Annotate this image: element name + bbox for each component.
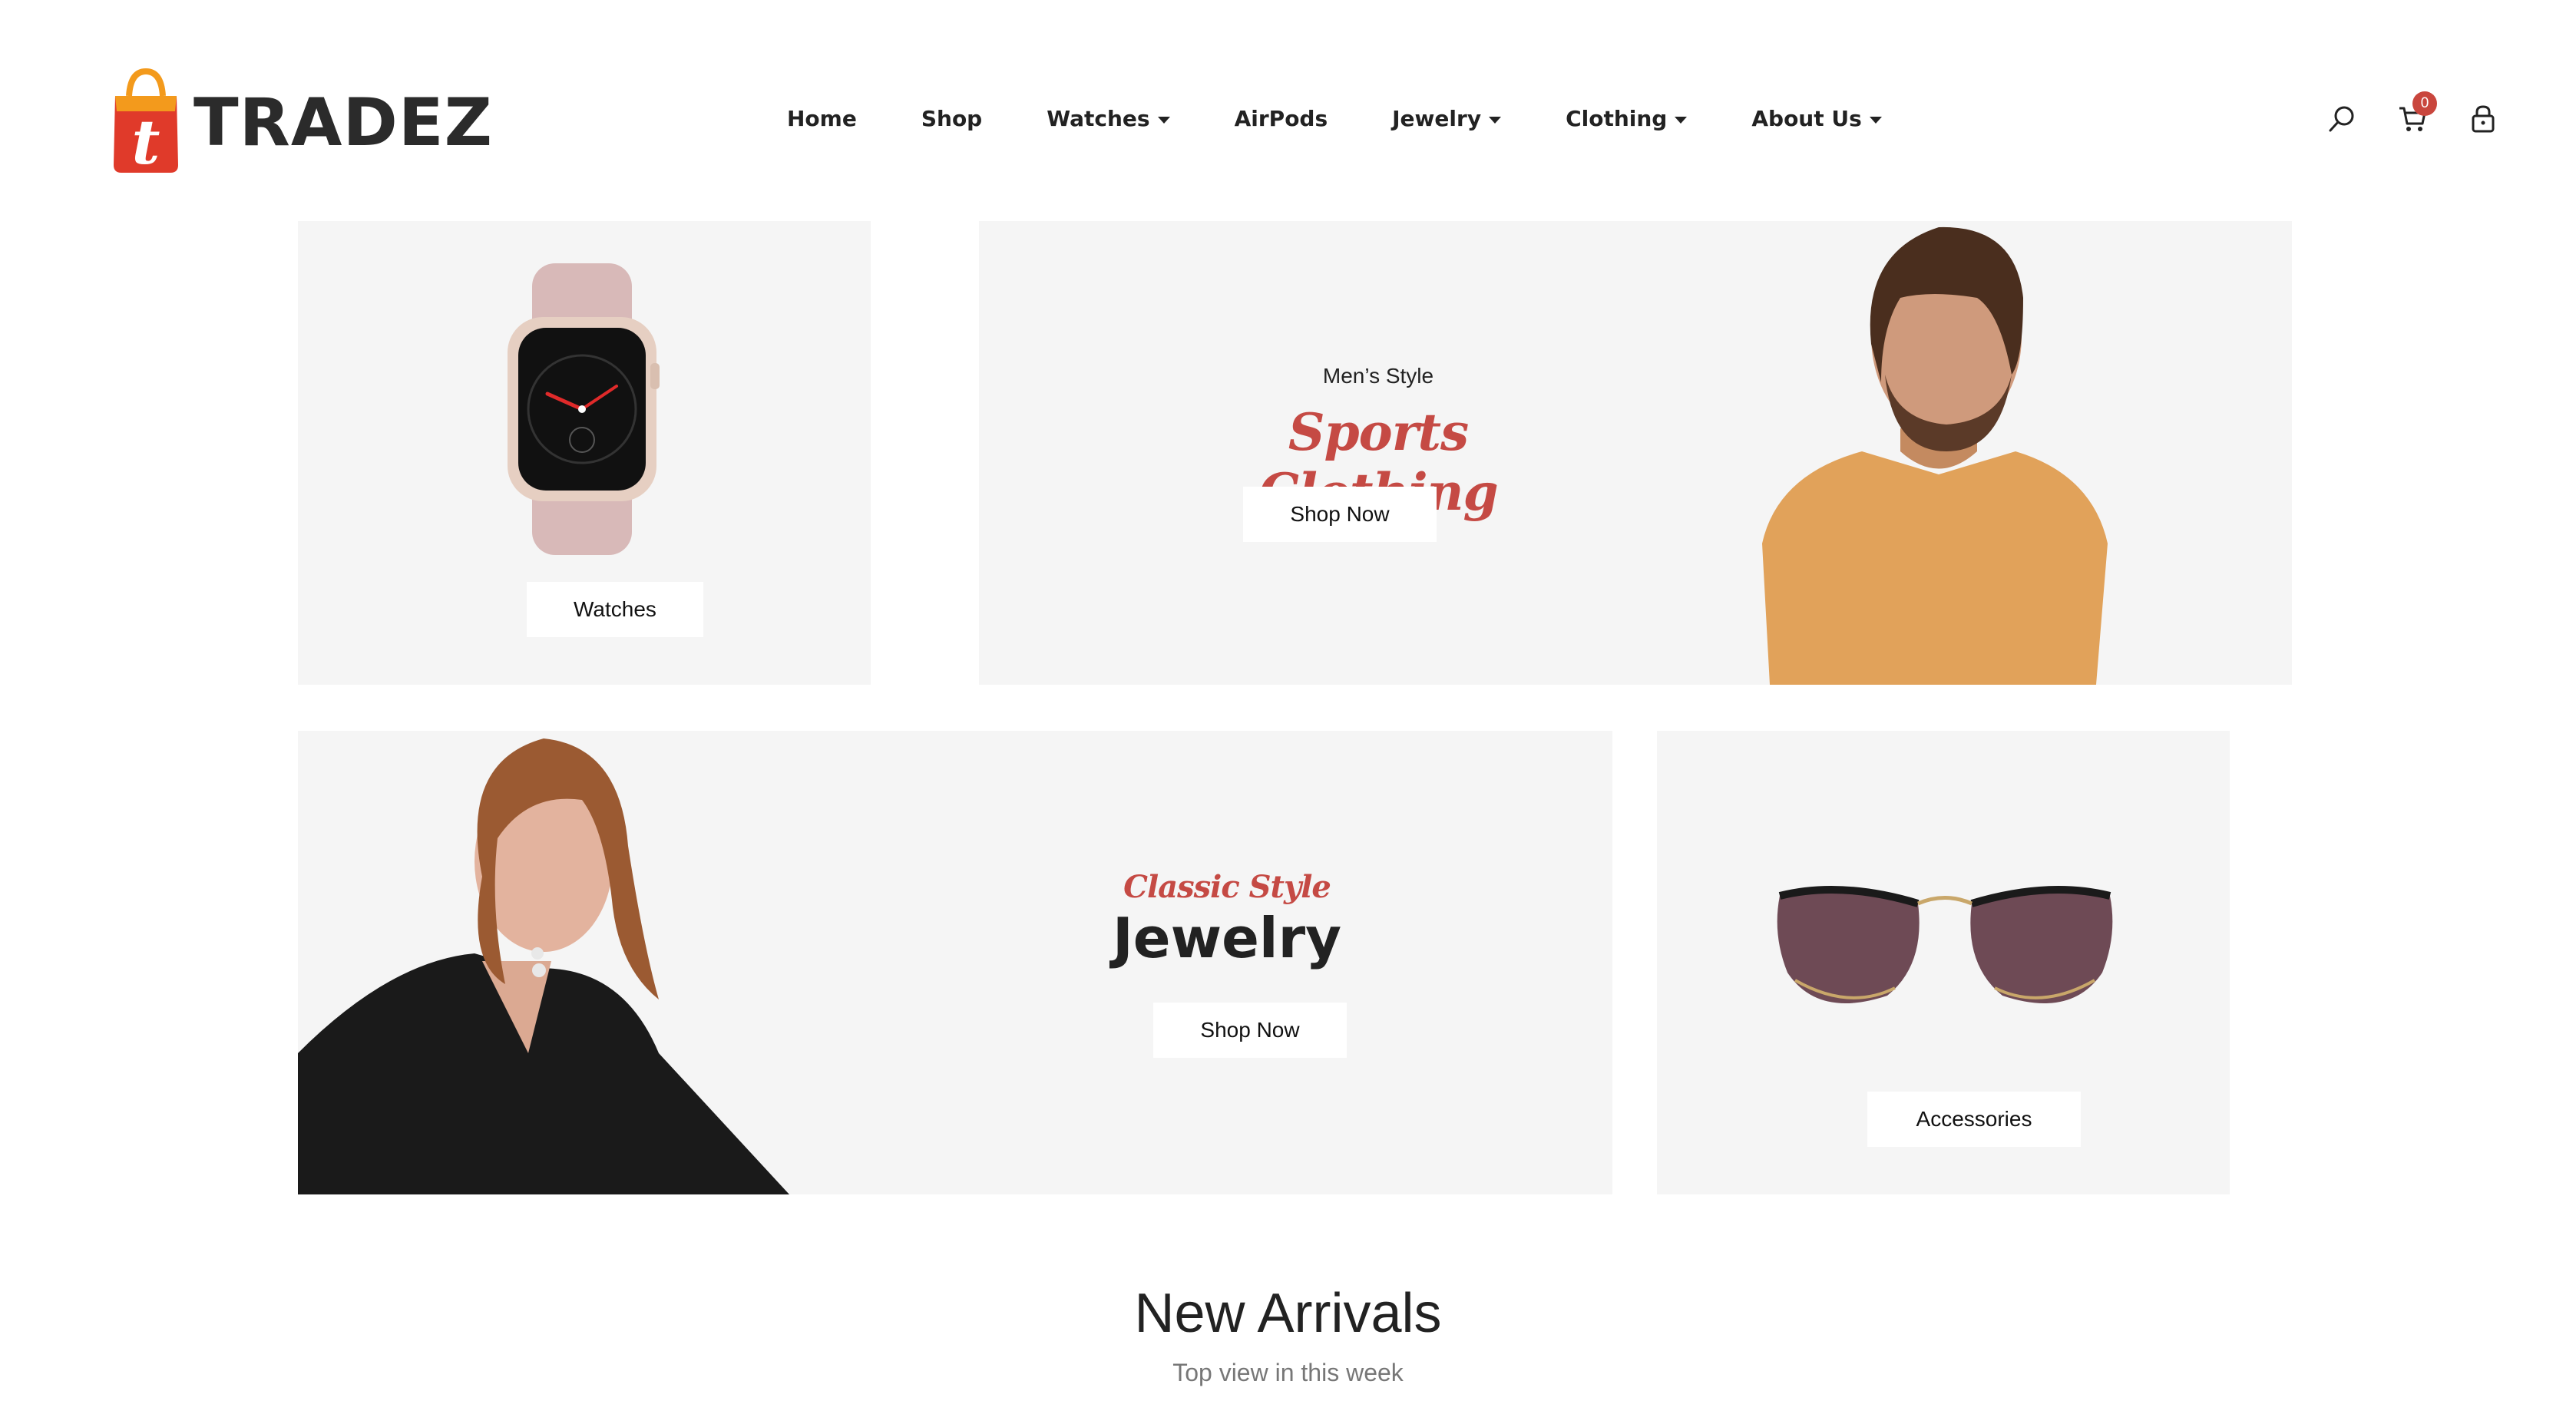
nav-jewelry-label: Jewelry bbox=[1392, 106, 1482, 131]
lock-bag-icon[interactable] bbox=[2468, 104, 2498, 134]
nav-clothing-label: Clothing bbox=[1566, 106, 1668, 131]
jewelry-script-eyebrow: Classic Style bbox=[1123, 869, 1331, 905]
cart-count-badge: 0 bbox=[2412, 91, 2437, 116]
watches-button[interactable]: Watches bbox=[527, 582, 703, 637]
sunglasses-image bbox=[1772, 880, 2118, 1019]
new-arrivals-title: New Arrivals bbox=[1134, 1283, 1442, 1344]
new-arrivals-subtitle: Top view in this week bbox=[1172, 1359, 1404, 1386]
nav-home-label: Home bbox=[787, 106, 857, 131]
nav-clothing[interactable]: Clothing bbox=[1566, 106, 1688, 131]
caret-down-icon bbox=[1869, 117, 1882, 124]
nav-watches-label: Watches bbox=[1047, 106, 1150, 131]
cart-icon[interactable]: 0 bbox=[2397, 91, 2437, 134]
nav-home[interactable]: Home bbox=[787, 106, 857, 131]
caret-down-icon bbox=[1675, 117, 1688, 124]
shopping-bag-logo-icon: t bbox=[107, 65, 184, 180]
accessories-button[interactable]: Accessories bbox=[1867, 1092, 2081, 1147]
woman-earrings-image bbox=[298, 731, 797, 1194]
svg-text:t: t bbox=[132, 106, 160, 178]
nav-airpods-label: AirPods bbox=[1234, 106, 1328, 131]
sports-eyebrow: Men’s Style bbox=[1322, 364, 1434, 388]
accessories-banner[interactable]: Accessories bbox=[1657, 731, 2230, 1194]
sports-clothing-banner[interactable]: Men’s Style Sports Clothing Shop Now bbox=[979, 221, 2292, 685]
caret-down-icon bbox=[1489, 117, 1502, 124]
nav-jewelry[interactable]: Jewelry bbox=[1392, 106, 1502, 131]
search-icon[interactable] bbox=[2326, 104, 2357, 134]
nav-airpods[interactable]: AirPods bbox=[1235, 106, 1328, 131]
jewelry-banner[interactable]: Classic Style Jewelry Shop Now bbox=[298, 731, 1612, 1194]
jewelry-shop-now-button[interactable]: Shop Now bbox=[1153, 1003, 1347, 1058]
man-orange-tshirt-image bbox=[1747, 221, 2131, 685]
caret-down-icon bbox=[1157, 117, 1170, 124]
jewelry-title: Jewelry bbox=[1112, 906, 1342, 970]
nav-watches[interactable]: Watches bbox=[1047, 106, 1170, 131]
sports-shop-now-button[interactable]: Shop Now bbox=[1243, 487, 1437, 542]
nav-shop[interactable]: Shop bbox=[921, 106, 982, 131]
main-navigation: Home Shop Watches AirPods Jewelry Clothi… bbox=[787, 106, 1946, 131]
header-actions: 0 bbox=[2326, 91, 2498, 134]
smartwatch-image bbox=[501, 263, 663, 555]
watches-banner[interactable]: Watches bbox=[298, 221, 871, 685]
nav-shop-label: Shop bbox=[921, 106, 983, 131]
brand-logo[interactable]: t TRADEZ bbox=[107, 65, 493, 180]
brand-name: TRADEZ bbox=[193, 84, 493, 161]
nav-about-label: About Us bbox=[1751, 106, 1862, 131]
nav-about-us[interactable]: About Us bbox=[1751, 106, 1882, 131]
